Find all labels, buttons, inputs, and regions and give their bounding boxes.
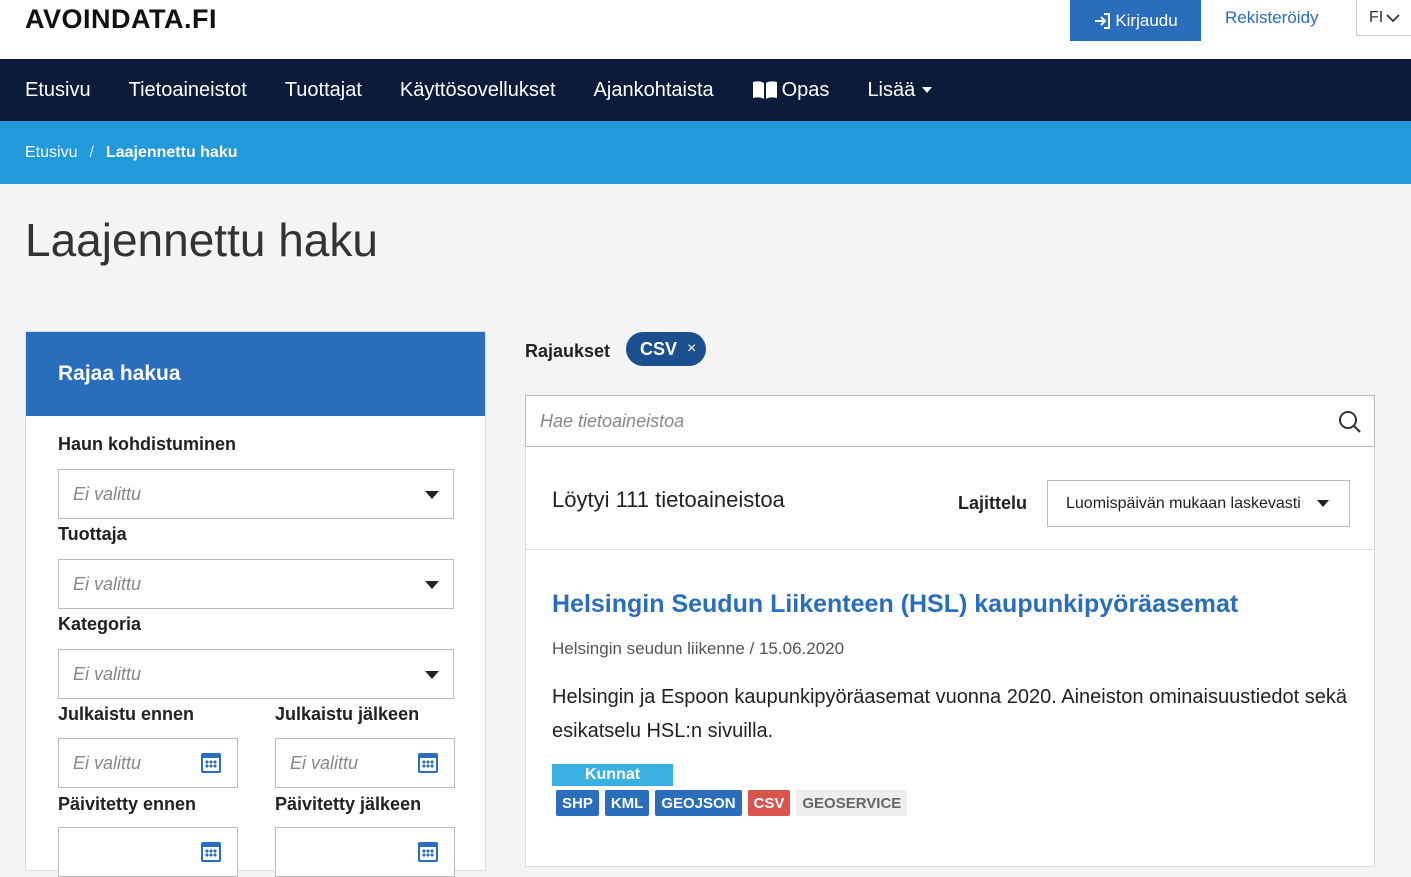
sign-in-icon	[1095, 12, 1111, 29]
register-link[interactable]: Rekisteröidy	[1225, 8, 1319, 28]
chip-label: CSV	[640, 338, 678, 359]
dataset-description: Helsingin ja Espoon kaupunkipyöräasemat …	[552, 686, 1347, 742]
login-button[interactable]: Kirjaudu	[1070, 0, 1201, 41]
calendar-icon[interactable]	[201, 842, 221, 862]
format-badge-geoservice[interactable]: GEOSERVICE	[796, 790, 908, 816]
breadcrumb-current: Laajennettu haku	[105, 143, 238, 161]
target-select[interactable]: Ei valittu	[58, 469, 454, 519]
nav-item-lisaa[interactable]: Lisää	[867, 79, 933, 102]
language-value: FI	[1369, 8, 1384, 26]
category-select[interactable]: Ei valittu	[58, 649, 454, 699]
nav-label: Lisää	[867, 78, 916, 101]
results-panel: Löytyi 111 tietoaineistoa Lajittelu Luom…	[525, 447, 1375, 867]
sort-value: Luomispäivän mukaan laskevasti	[1066, 494, 1301, 512]
format-badge-csv[interactable]: CSV	[747, 790, 791, 816]
breadcrumb: Etusivu / Laajennettu haku	[0, 121, 1411, 184]
calendar-icon[interactable]	[418, 753, 438, 773]
nav-item-tietoaineistot[interactable]: Tietoaineistot	[129, 79, 247, 102]
nav-label: Tietoaineistot	[128, 78, 247, 101]
nav-item-tuottajat[interactable]: Tuottajat	[285, 79, 362, 102]
format-badge-geojson[interactable]: GEOJSON	[655, 790, 742, 816]
producer-select[interactable]: Ei valittu	[58, 559, 454, 609]
filter-panel-header: Rajaa hakua	[26, 332, 485, 416]
dataset-date: / 15.06.2020	[749, 639, 845, 658]
breadcrumb-separator: /	[89, 143, 94, 161]
caret-down-icon	[425, 671, 439, 679]
published-before-label: Julkaistu ennen	[58, 704, 195, 724]
close-icon[interactable]: ×	[687, 340, 696, 358]
sort-select[interactable]: Luomispäivän mukaan laskevasti	[1047, 480, 1350, 527]
book-icon	[752, 81, 777, 99]
caret-down-icon	[425, 581, 439, 589]
caret-down-icon	[1317, 500, 1329, 507]
breadcrumb-home[interactable]: Etusivu	[25, 144, 77, 162]
producer-value: Ei valittu	[73, 573, 142, 594]
category-value: Ei valittu	[73, 663, 142, 684]
filter-chip-csv[interactable]: CSV ×	[626, 332, 706, 366]
category-label: Kategoria	[58, 614, 142, 634]
format-badge-shp[interactable]: SHP	[556, 790, 599, 816]
nav-item-ajankohtaista[interactable]: Ajankohtaista	[594, 79, 714, 102]
language-select[interactable]: FI	[1356, 0, 1411, 36]
nav-item-opas[interactable]: Opas	[752, 78, 830, 102]
search-icon[interactable]	[1338, 410, 1362, 434]
published-after-value: Ei valittu	[290, 752, 359, 773]
nav-label: Opas	[781, 78, 830, 101]
dataset-search	[525, 395, 1375, 447]
divider	[526, 549, 1374, 550]
chevron-down-icon	[1386, 13, 1400, 22]
site-logo[interactable]: AVOINDATA.FI	[25, 4, 217, 35]
nav-label: Käyttösovellukset	[399, 78, 556, 101]
category-badge[interactable]: Kunnat	[552, 764, 673, 786]
results-count: Löytyi 111 tietoaineistoa	[552, 487, 785, 512]
nav-label: Tuottajat	[284, 78, 362, 101]
login-label: Kirjaudu	[1115, 10, 1178, 30]
search-input[interactable]	[526, 396, 1306, 446]
active-filters-label: Rajaukset	[525, 341, 611, 361]
nav-item-kayttosovellukset[interactable]: Käyttösovellukset	[400, 79, 556, 102]
calendar-icon[interactable]	[418, 842, 438, 862]
nav-item-etusivu[interactable]: Etusivu	[25, 79, 91, 102]
updated-before-label: Päivitetty ennen	[58, 794, 197, 814]
published-before-value: Ei valittu	[73, 752, 142, 773]
target-label: Haun kohdistuminen	[58, 434, 237, 454]
filter-panel: Rajaa hakua Haun kohdistuminen Ei valitt…	[25, 331, 486, 877]
producer-label: Tuottaja	[58, 524, 127, 544]
calendar-icon[interactable]	[201, 753, 221, 773]
published-after-date-input[interactable]: Ei valittu	[275, 738, 455, 788]
published-before-date-input[interactable]: Ei valittu	[58, 738, 238, 788]
caret-down-icon	[922, 87, 933, 93]
updated-after-date-input[interactable]	[275, 827, 455, 877]
updated-after-label: Päivitetty jälkeen	[275, 794, 422, 814]
format-badge-kml[interactable]: KML	[604, 790, 650, 816]
dataset-title-link[interactable]: Helsingin Seudun Liikenteen (HSL) kaupun…	[552, 590, 1238, 619]
format-badges: SHP KML GEOJSON CSV GEOSERVICE	[556, 790, 908, 816]
published-after-label: Julkaistu jälkeen	[275, 704, 420, 724]
main-navigation: Etusivu Tietoaineistot Tuottajat Käyttös…	[0, 59, 1411, 121]
dataset-publisher[interactable]: Helsingin seudun liikenne	[552, 639, 745, 658]
target-value: Ei valittu	[73, 483, 142, 504]
page-title: Laajennettu haku	[25, 214, 378, 266]
sort-label: Lajittelu	[958, 493, 1028, 513]
nav-label: Ajankohtaista	[593, 78, 714, 101]
updated-before-date-input[interactable]	[58, 827, 238, 877]
nav-label: Etusivu	[25, 78, 91, 101]
dataset-meta: Helsingin seudun liikenne / 15.06.2020	[552, 639, 844, 659]
caret-down-icon	[425, 491, 439, 499]
top-header: AVOINDATA.FI Kirjaudu Rekisteröidy FI	[0, 0, 1411, 59]
